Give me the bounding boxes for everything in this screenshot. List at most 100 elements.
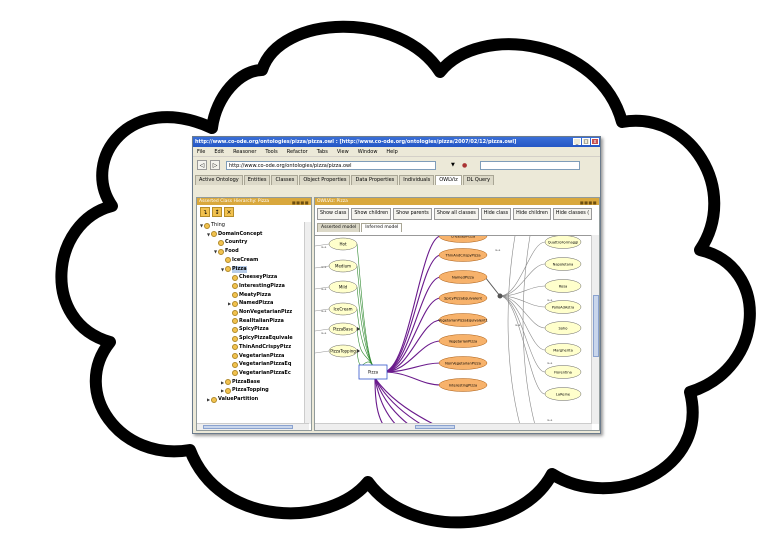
tree-node[interactable]: VegetarianPizza xyxy=(228,353,284,360)
show-all-classes-button[interactable]: Show all classes xyxy=(433,208,479,220)
minimize-button[interactable]: _ xyxy=(573,138,581,145)
hide-children-button[interactable]: Hide children xyxy=(513,208,551,220)
back-arrow-icon[interactable]: ◁ xyxy=(197,160,207,170)
menu-file[interactable]: File xyxy=(197,149,205,155)
tree-vertical-scrollbar[interactable] xyxy=(304,222,311,424)
tree-node[interactable]: ▶ NamedPizza xyxy=(228,300,273,307)
class-icon xyxy=(218,248,224,255)
tree-node-label: PizzaTopping xyxy=(232,387,269,394)
close-button[interactable]: x xyxy=(591,138,599,145)
menu-edit[interactable]: Edit xyxy=(214,149,224,155)
tree-node[interactable]: ▼ Thing xyxy=(200,222,225,229)
expand-arrow-icon[interactable] xyxy=(357,349,360,353)
graph-node-label: SpicyPizzaEquivalent xyxy=(444,297,482,301)
search-input[interactable] xyxy=(480,160,581,170)
graph-node-label: PolloAdAstra xyxy=(552,306,575,310)
maximize-button[interactable]: □ xyxy=(582,138,590,145)
class-hierarchy-header: Asserted Class Hierarchy: Pizza ■■■■ xyxy=(197,198,311,205)
menu-help[interactable]: Help xyxy=(386,149,397,155)
tree-node[interactable]: ThinAndCrispyPizz xyxy=(228,344,291,351)
tab-entities[interactable]: Entities xyxy=(243,175,271,185)
owlviz-panel: OWLViz: Pizza ■■■■ Show class Show child… xyxy=(314,197,600,431)
tree-node[interactable]: VegetarianPizzaEq xyxy=(228,361,291,368)
graph-edge xyxy=(499,241,546,297)
tree-node[interactable]: SpicyPizza xyxy=(228,326,269,333)
class-icon xyxy=(204,222,210,229)
tree-node[interactable]: VegetarianPizzaEc xyxy=(228,370,291,377)
class-graph[interactable]: is-a is-a is-a is-a is-a is-a is-a is-a is-a is-a… xyxy=(315,235,591,425)
tree-node[interactable]: ▼ DomainConcept xyxy=(207,231,262,238)
tree-node-label: Thing xyxy=(211,222,225,228)
show-children-button[interactable]: Show children xyxy=(351,208,392,220)
tree-node[interactable]: ▶ ValuePartition xyxy=(207,396,258,403)
tab-owlviz[interactable]: OWLViz xyxy=(435,175,462,185)
tab-object-properties[interactable]: Object Properties xyxy=(299,175,351,185)
graph-edge xyxy=(374,377,437,425)
class-tree: ▼ Thing ▼ DomainConcept Country ▼ Food IceCream… xyxy=(197,222,309,418)
tree-node[interactable]: CheeseyPizza xyxy=(228,274,277,281)
tree-node[interactable]: ▶ PizzaBase xyxy=(221,379,260,386)
tree-node[interactable]: ▼ Food xyxy=(214,248,239,255)
title-bar: http://www.co-ode.org/ontologies/pizza/p… xyxy=(193,137,600,147)
tree-node-label: IceCream xyxy=(232,256,259,263)
tab-individuals[interactable]: Individuals xyxy=(399,175,435,185)
menu-tools[interactable]: Tools xyxy=(265,149,277,155)
panel-options-icon[interactable]: ■■■■ xyxy=(292,199,309,206)
class-icon xyxy=(218,239,224,246)
graph-node-label: NamedPizza xyxy=(452,276,474,280)
tree-node-label: NamedPizza xyxy=(239,300,274,307)
class-icon xyxy=(225,266,231,272)
hide-class-button[interactable]: Hide class xyxy=(480,208,512,220)
tab-dl-query[interactable]: DL Query xyxy=(462,175,495,185)
menu-tabs[interactable]: Tabs xyxy=(317,149,328,155)
tree-node[interactable]: MeatyPizza xyxy=(228,292,271,299)
tree-node[interactable]: SpicyPizzaEquivale xyxy=(228,335,293,342)
graph-horizontal-scrollbar[interactable] xyxy=(315,423,592,430)
tree-node[interactable]: NonVegetarianPizz xyxy=(228,309,292,316)
tab-asserted-model[interactable]: Asserted model xyxy=(317,223,361,232)
hide-classes-button[interactable]: Hide classes ( xyxy=(552,208,593,220)
tab-data-properties[interactable]: Data Properties xyxy=(351,175,399,185)
class-hierarchy-panel: Asserted Class Hierarchy: Pizza ■■■■ ↴ ↕… xyxy=(196,197,312,431)
menu-refactor[interactable]: Refactor xyxy=(287,149,308,155)
tree-horizontal-scrollbar[interactable] xyxy=(197,423,309,430)
class-icon xyxy=(232,326,238,333)
tab-active-ontology[interactable]: Active Ontology xyxy=(195,175,243,185)
edge-label: is-a xyxy=(547,298,552,302)
class-icon xyxy=(232,274,238,281)
tree-node[interactable]: IceCream xyxy=(221,257,258,264)
menu-view[interactable]: View xyxy=(337,149,349,155)
menu-window[interactable]: Window xyxy=(358,149,378,155)
tree-node-label: SpicyPizzaEquivale xyxy=(239,335,293,342)
tree-node[interactable]: ▶ PizzaTopping xyxy=(221,387,269,394)
graph-node-label: Hot xyxy=(339,242,346,247)
show-class-button[interactable]: Show class xyxy=(317,208,350,220)
tree-node-label: VegetarianPizza xyxy=(239,352,285,359)
tab-inferred-model[interactable]: Inferred model xyxy=(361,223,403,232)
delete-class-icon[interactable]: × xyxy=(224,207,234,217)
graph-edge xyxy=(499,295,546,395)
class-icon xyxy=(232,300,238,307)
show-parents-button[interactable]: Show parents xyxy=(393,208,432,220)
url-dropdown-icon[interactable]: ▼ xyxy=(451,161,457,170)
owlviz-options-icon[interactable]: ■■■■ xyxy=(580,199,597,206)
tree-node[interactable]: ▼ Pizza xyxy=(221,265,247,273)
graph-vertical-scrollbar[interactable] xyxy=(591,235,599,424)
graph-edge xyxy=(522,236,536,425)
add-sibling-icon[interactable]: ↕ xyxy=(212,207,222,217)
ontology-url-field[interactable]: http://www.co-ode.org/ontologies/pizza/p… xyxy=(226,160,436,170)
tree-node[interactable]: RealItalianPizza xyxy=(228,318,284,325)
edge-label: is-a xyxy=(321,331,326,335)
menu-reasoner[interactable]: Reasoner xyxy=(233,149,256,155)
tree-node[interactable]: Country xyxy=(214,239,247,246)
tab-classes[interactable]: Classes xyxy=(271,175,299,185)
graph-node-label: IceCream xyxy=(334,307,353,312)
tree-node-label: CheeseyPizza xyxy=(239,274,278,281)
tree-node[interactable]: InterestingPizza xyxy=(228,283,285,290)
class-icon xyxy=(232,318,238,325)
graph-edge xyxy=(382,276,442,373)
add-subclass-icon[interactable]: ↴ xyxy=(200,207,210,217)
graph-node-label: Soho xyxy=(559,327,568,331)
graph-node-label: VegetarianPizzaEquivalent1 xyxy=(438,319,488,323)
forward-arrow-icon[interactable]: ▷ xyxy=(210,160,220,170)
